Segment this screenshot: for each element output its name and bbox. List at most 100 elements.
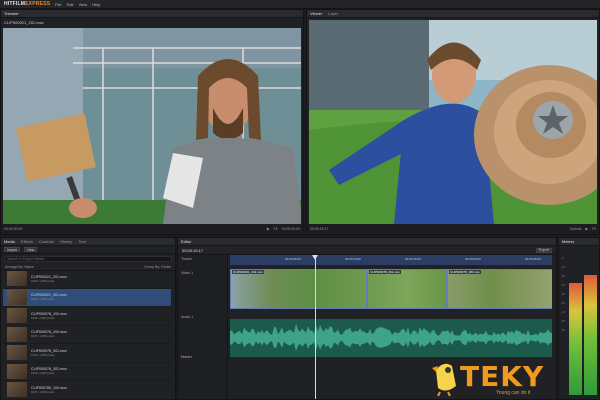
meters-tabbar: Meters bbox=[559, 238, 599, 246]
arrange-by-dropdown[interactable]: Arrange By: Name bbox=[5, 265, 34, 269]
viewer-options[interactable]: Options bbox=[569, 227, 581, 231]
ruler-mark: 00:00:05:00 bbox=[285, 257, 301, 261]
new-button[interactable]: New bbox=[24, 247, 38, 252]
trimmer-frame[interactable] bbox=[3, 28, 301, 224]
menu-edit[interactable]: Edit bbox=[67, 2, 74, 7]
timeline-ruler[interactable]: 00:00:05:00 00:00:10:00 00:00:15:00 00:0… bbox=[230, 255, 552, 265]
clip-meta: 1920 x 1080 pixels bbox=[31, 371, 55, 376]
clip-title: CLIP000078_201.mov bbox=[369, 270, 401, 274]
tab-controls[interactable]: Controls bbox=[39, 239, 54, 244]
track-name-video[interactable]: Video 1 bbox=[181, 271, 193, 275]
media-tabbar: Media Effects Controls History Text bbox=[1, 238, 175, 246]
tab-effects[interactable]: Effects bbox=[21, 239, 33, 244]
menu-bar: HITFILMEXPRESS File Edit View Help bbox=[0, 0, 600, 9]
viewer-frame[interactable] bbox=[309, 20, 597, 224]
clip-thumbnail bbox=[7, 382, 27, 398]
ruler-mark: 00:00:10:00 bbox=[345, 257, 361, 261]
track-headers: Tracks Video 1 Audio 1 Master bbox=[178, 255, 228, 399]
teky-watermark: TEKY Young can do it bbox=[430, 356, 548, 398]
menu-file[interactable]: File bbox=[55, 2, 61, 7]
play-icon[interactable]: ▶ bbox=[585, 227, 588, 231]
viewer-controls: Options ▶ Fit bbox=[569, 227, 596, 231]
watermark-subtitle: Young can do it bbox=[496, 390, 531, 396]
meters-panel: Meters -6 -12 -18 -24 -30 -36 -42 -48 -5… bbox=[558, 237, 600, 400]
clip-meta: 1920 x 1080 pixels bbox=[31, 278, 55, 283]
meter-scale-label: -42 bbox=[561, 310, 566, 314]
list-item[interactable]: CLIP000021_301.mov 1920 x 1080 pixels bbox=[3, 288, 171, 307]
clip-meta: 1920 x 1080 pixels bbox=[31, 315, 55, 320]
playhead[interactable] bbox=[312, 255, 318, 399]
list-item[interactable]: CLIP000021_201.mov 1920 x 1080 pixels bbox=[3, 270, 171, 289]
tab-text[interactable]: Text bbox=[78, 239, 85, 244]
meter-scale-label: -24 bbox=[561, 283, 566, 287]
media-search-input[interactable]: Search in Project Media bbox=[4, 256, 172, 262]
export-button[interactable]: Export bbox=[535, 247, 552, 253]
tab-layer[interactable]: Layer bbox=[328, 11, 338, 16]
trimmer-timecode-out: 00:00:00:00 bbox=[281, 227, 301, 231]
tab-viewer[interactable]: Viewer bbox=[310, 11, 322, 16]
timeline-clip[interactable]: CLIP000078_100.mov bbox=[447, 269, 552, 309]
clip-thumbnail bbox=[7, 363, 27, 379]
import-button[interactable]: Import bbox=[4, 247, 21, 252]
ruler-mark: 00:00:25:00 bbox=[525, 257, 541, 261]
app-logo: HITFILMEXPRESS bbox=[4, 1, 51, 7]
viewer-panel: Viewer Layer 00:00:15:17 Options ▶ Fit bbox=[306, 9, 600, 235]
clip-meta: 1920 x 1080 pixels bbox=[31, 334, 55, 339]
meter-scale-label: -54 bbox=[561, 328, 566, 332]
tab-editor[interactable]: Editor bbox=[181, 239, 191, 244]
timeline-clip[interactable]: CLIP000021_201.mov bbox=[230, 269, 367, 309]
play-icon[interactable]: ▶ bbox=[267, 227, 270, 231]
tab-trimmer[interactable]: Trimmer bbox=[4, 11, 19, 16]
meter-scale-label: -30 bbox=[561, 292, 566, 296]
list-item[interactable]: CLIP000780_100.mov 1920 x 1080 pixels bbox=[3, 381, 171, 400]
list-item[interactable]: CLIP000078_301.mov 1920 x 1080 pixels bbox=[3, 344, 171, 363]
master-label: Master bbox=[181, 355, 192, 359]
meter-scale-label: -6 bbox=[561, 256, 564, 260]
clip-meta: 1920 x 1080 pixels bbox=[31, 297, 55, 302]
ruler-mark: 00:00:20:00 bbox=[465, 257, 481, 261]
tab-history[interactable]: History bbox=[60, 239, 72, 244]
tab-meters[interactable]: Meters bbox=[562, 239, 574, 244]
timeline-clip[interactable]: CLIP000078_201.mov bbox=[367, 269, 447, 309]
viewer-timecode: 00:00:15:17 bbox=[310, 227, 329, 231]
watermark-text: TEKY bbox=[460, 360, 545, 393]
viewer-zoom[interactable]: Fit bbox=[592, 227, 596, 231]
audio-track[interactable] bbox=[230, 319, 552, 357]
audio-meter-right bbox=[584, 274, 597, 395]
tab-media[interactable]: Media bbox=[4, 239, 15, 244]
trimmer-clip-name: CLIP000021_201.mov bbox=[4, 20, 44, 25]
video-track: CLIP000021_201.mov CLIP000078_201.mov CL… bbox=[230, 269, 552, 309]
menu-view[interactable]: View bbox=[79, 2, 88, 7]
trimmer-timecode-in: 00:00:00:00 bbox=[4, 227, 23, 231]
clip-thumbnail bbox=[7, 345, 27, 361]
meter-scale-label: -18 bbox=[561, 274, 566, 278]
clip-title: CLIP000021_201.mov bbox=[232, 270, 264, 274]
editor-tabbar: Editor bbox=[178, 238, 556, 246]
trimmer-zoom[interactable]: Fit bbox=[274, 227, 278, 231]
trimmer-controls: ▶ Fit 00:00:00:00 bbox=[267, 227, 300, 231]
menu-help[interactable]: Help bbox=[92, 2, 100, 7]
trimmer-tabbar: Trimmer bbox=[1, 10, 303, 18]
list-item[interactable]: CLIP000078_302.mov 1920 x 1080 pixels bbox=[3, 363, 171, 381]
viewer-video-image bbox=[309, 20, 597, 224]
group-by-dropdown[interactable]: Group By: Folder bbox=[144, 265, 171, 269]
audio-waveform bbox=[230, 323, 552, 351]
editor-header: 00:00:15:17 Export bbox=[178, 246, 556, 255]
audio-meter-left bbox=[569, 283, 582, 395]
clip-thumbnail bbox=[7, 271, 27, 287]
list-item[interactable]: CLIP000078_200.mov 1920 x 1080 pixels bbox=[3, 326, 171, 344]
clip-thumbnail bbox=[7, 289, 27, 305]
meter-scale-label: -48 bbox=[561, 319, 566, 323]
media-panel: Media Effects Controls History Text Impo… bbox=[0, 237, 176, 400]
teky-logo-icon bbox=[432, 363, 456, 396]
list-item[interactable]: CLIP000078_100.mov 1920 x 1080 pixels bbox=[3, 307, 171, 326]
clip-thumbnail bbox=[7, 326, 27, 342]
clip-meta: 1920 x 1080 pixels bbox=[31, 389, 55, 394]
viewer-tabbar: Viewer Layer bbox=[307, 10, 599, 18]
track-name-audio[interactable]: Audio 1 bbox=[181, 315, 193, 319]
trimmer-footer: 00:00:00:00 ▶ Fit 00:00:00:00 bbox=[1, 224, 303, 234]
meter-scale-label: -36 bbox=[561, 301, 566, 305]
meter-scale: -6 -12 -18 -24 -30 -36 -42 -48 -54 bbox=[561, 254, 565, 335]
clip-title: CLIP000078_100.mov bbox=[449, 270, 481, 274]
editor-timecode: 00:00:15:17 bbox=[182, 247, 204, 253]
